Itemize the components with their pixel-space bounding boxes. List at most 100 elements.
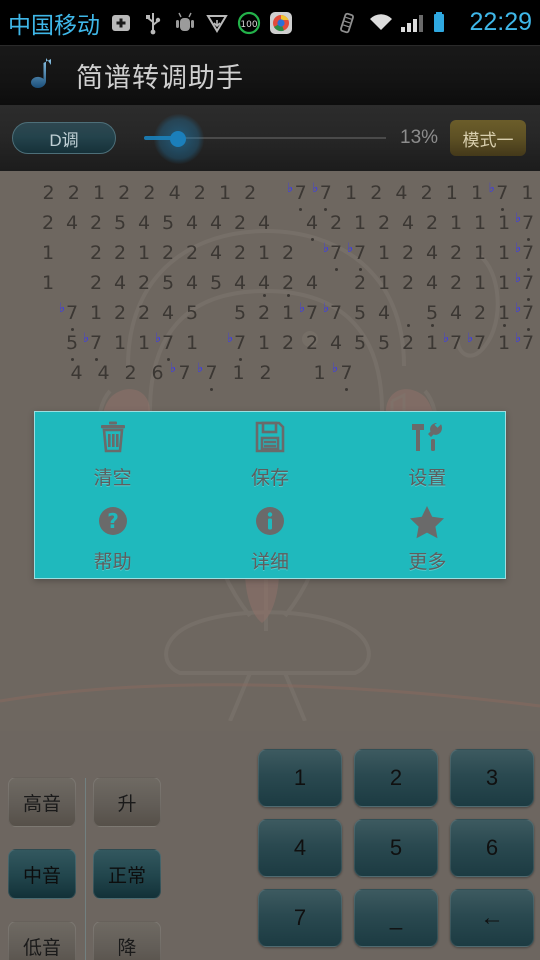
note-cell: 4	[425, 272, 439, 294]
keypad-key-7[interactable]: 7	[258, 889, 342, 947]
note-spacer	[36, 302, 60, 324]
accidental-button-natural[interactable]: 正常	[93, 849, 161, 899]
note-cell: 1	[257, 242, 271, 264]
flat-sign-icon: ♭	[299, 301, 306, 316]
note-spacer	[276, 212, 300, 234]
menu-item-clear[interactable]: 清空	[35, 412, 191, 494]
octave-dot-above-icon	[262, 294, 266, 297]
menu-item-settings[interactable]: 设置	[349, 412, 505, 494]
menu-item-label: 设置	[408, 467, 447, 489]
note-cell: 1	[497, 272, 511, 294]
accidental-button-flat[interactable]: 降	[93, 921, 161, 960]
note-cell: 2	[281, 272, 295, 294]
note-cell: 4	[305, 272, 319, 294]
pitch-button-high[interactable]: 高音	[8, 777, 76, 827]
note-cell: 4	[377, 302, 391, 324]
note-cell: 2	[281, 242, 295, 264]
note-cell: 4	[401, 212, 415, 234]
context-menu-panel[interactable]: 清空 保存 设置 ? 帮助 详细 更多	[34, 411, 506, 579]
octave-dot-below-icon	[345, 388, 348, 391]
usb-icon	[140, 10, 166, 36]
key-select-button[interactable]: D调	[12, 122, 116, 154]
carrier-label: 中国移动	[8, 11, 100, 38]
flat-sign-icon: ♭	[287, 181, 294, 196]
status-bar: 中国移动 100 22:29	[0, 0, 540, 45]
note-cell: 2	[252, 294, 276, 324]
note-cell: 4	[425, 242, 439, 264]
note-cell: 2	[113, 302, 127, 324]
keypad-key-underscore[interactable]: _	[354, 889, 438, 947]
note-cell: ♭ 7	[59, 301, 84, 331]
flat-sign-icon: ♭	[515, 271, 522, 286]
slider-thumb[interactable]	[170, 131, 186, 147]
menu-item-label: 更多	[408, 551, 447, 573]
note-cell: 1	[89, 302, 103, 324]
note-cell: ♭ 7	[515, 301, 540, 331]
menu-item-help[interactable]: ? 帮助	[35, 496, 191, 578]
keypad-key-backspace[interactable]: ←	[450, 889, 534, 947]
menu-item-save[interactable]: 保存	[192, 412, 348, 494]
note-cell: 1	[445, 182, 458, 204]
note-cell: 2	[124, 362, 137, 384]
note-cell: 2	[113, 242, 127, 264]
bottom-controls: 高音 中音 低音 升 正常 降 1 2 3 4 5 6 7 _ ←	[0, 731, 540, 960]
note-cell: ♭ 7	[467, 331, 487, 354]
note-cell: 1	[313, 362, 326, 384]
note-cell: 2	[353, 272, 367, 294]
mode-select-button[interactable]: 模式一	[450, 120, 527, 156]
note-cell: 1	[473, 212, 487, 234]
note-cell: 1	[137, 332, 151, 354]
note-cell: 1	[137, 242, 151, 264]
note-cell: 1	[232, 362, 245, 384]
menu-item-details[interactable]: 详细	[192, 496, 348, 578]
trash-icon	[93, 417, 133, 457]
keypad-key-4[interactable]: 4	[258, 819, 342, 877]
pitch-button-low[interactable]: 低音	[8, 921, 76, 960]
note-cell: 2	[67, 182, 80, 204]
menu-item-more[interactable]: 更多	[349, 496, 505, 578]
note-cell: 1	[276, 294, 300, 324]
flat-sign-icon: ♭	[515, 241, 522, 256]
note-cell: 1	[449, 212, 463, 234]
keypad-key-6[interactable]: 6	[450, 819, 534, 877]
keypad-key-1[interactable]: 1	[258, 749, 342, 807]
numeric-keypad[interactable]: 1 2 3 4 5 6 7 _ ←	[258, 749, 534, 954]
keypad-key-2[interactable]: 2	[354, 749, 438, 807]
note-cell: 4	[70, 362, 83, 384]
note-spacer	[300, 242, 324, 264]
keypad-key-5[interactable]: 5	[354, 819, 438, 877]
pitch-button-mid[interactable]: 中音	[8, 849, 76, 899]
note-cell: ♭ 7	[515, 331, 535, 354]
accidental-group: 升 正常 降	[93, 777, 161, 960]
note-cell: 2	[42, 182, 55, 204]
note-cell: 2	[473, 302, 487, 324]
note-cell: 5	[353, 302, 367, 324]
note-cell: ♭ 7	[323, 301, 343, 324]
note-cell: ♭ 7	[323, 241, 348, 271]
note-spacer	[396, 302, 420, 324]
notation-row: 5 ♭ 7 1 1 ♭ 7 1 ♭ 7 1 2 2 4 5 5 2 1 ♭ 7 ♭ 7 1 ♭ 7	[0, 324, 540, 361]
signal-bars-icon	[398, 10, 424, 36]
flat-sign-icon: ♭	[323, 241, 330, 256]
note-cell: 1	[492, 324, 516, 354]
note-cell: 1	[218, 182, 232, 204]
note-cell: 1	[377, 272, 391, 294]
svg-text:?: ?	[107, 509, 119, 533]
note-spacer	[279, 362, 306, 384]
flat-sign-icon: ♭	[227, 331, 234, 346]
note-cell: 1	[420, 324, 444, 354]
note-cell: ♭ 7	[227, 331, 252, 361]
note-spacer	[36, 332, 60, 354]
note-spacer	[60, 242, 84, 264]
note-cell: 2	[244, 182, 257, 204]
note-cell: 5	[377, 332, 391, 354]
keypad-key-3[interactable]: 3	[450, 749, 534, 807]
note-cell: 4	[233, 272, 247, 294]
note-cell: 6	[151, 362, 164, 384]
transpose-slider[interactable]	[134, 114, 386, 164]
accidental-button-sharp[interactable]: 升	[93, 777, 161, 827]
plus-box-icon	[108, 10, 134, 36]
note-cell: 1	[497, 242, 511, 264]
flat-sign-icon: ♭	[515, 301, 522, 316]
note-cell: 2	[305, 332, 319, 354]
